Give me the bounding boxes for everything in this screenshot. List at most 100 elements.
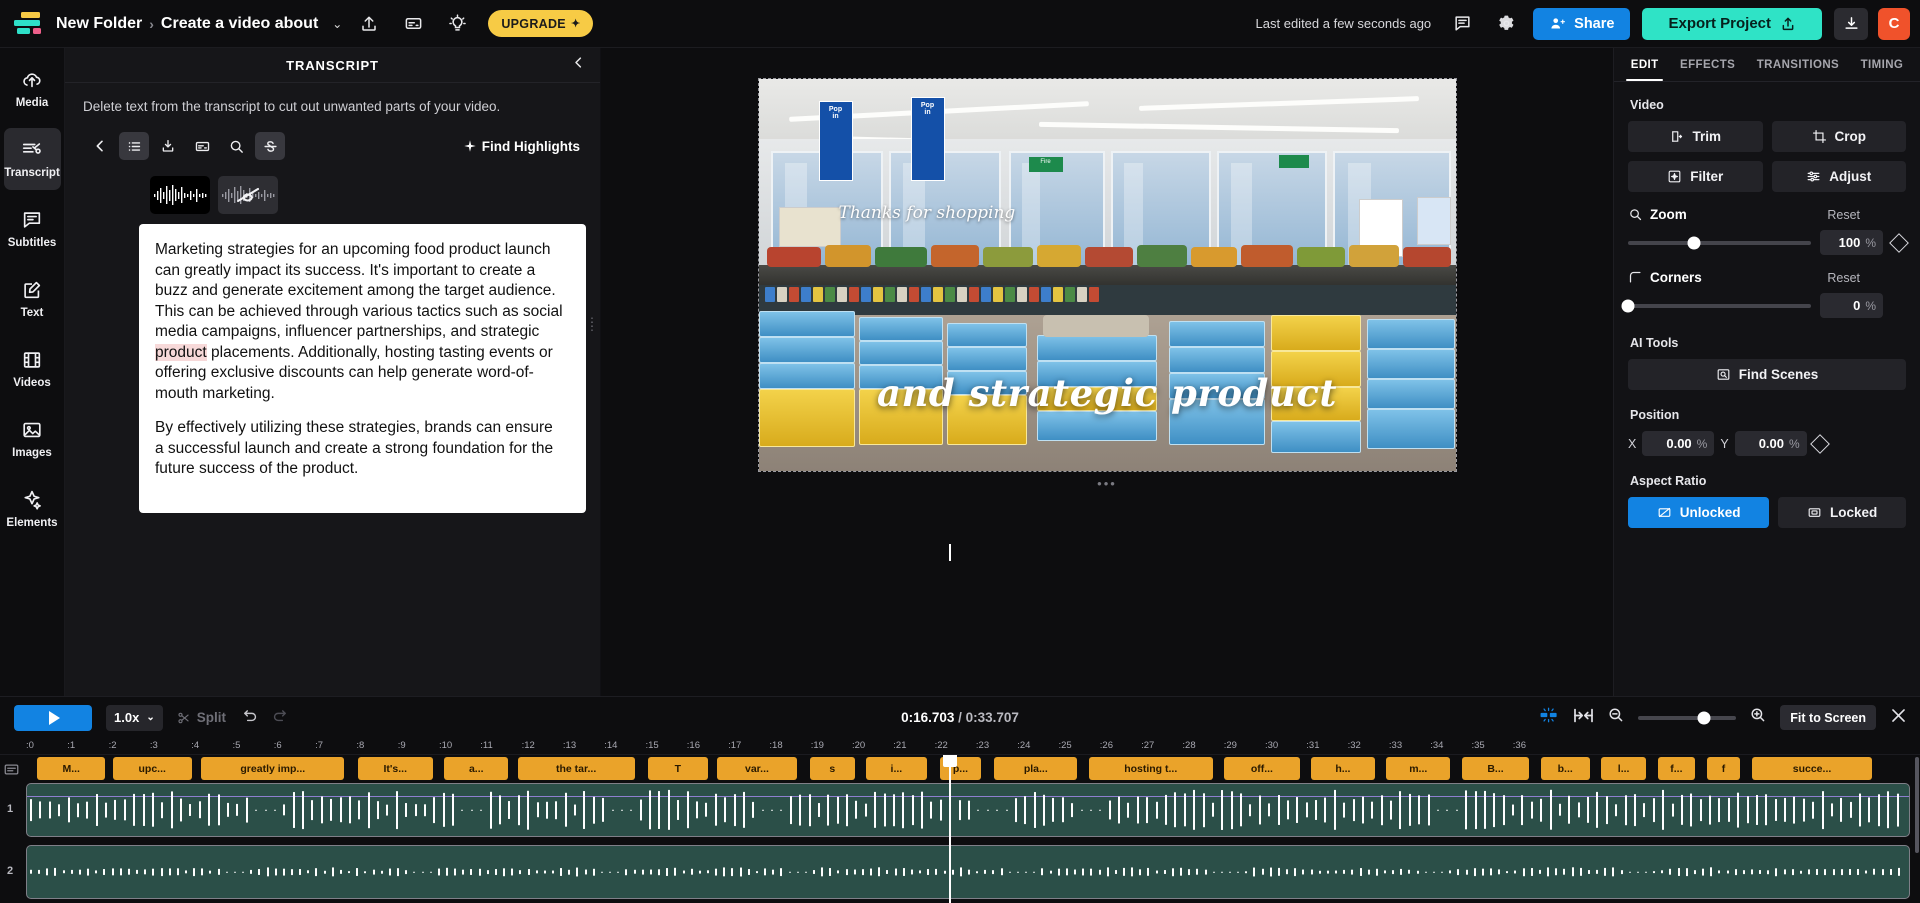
sidebar-item-text[interactable]: Text: [4, 268, 61, 330]
position-x-input[interactable]: 0.00 %: [1642, 431, 1715, 456]
word-chip[interactable]: b...: [1540, 757, 1590, 780]
word-chip[interactable]: upc...: [112, 757, 192, 780]
zoom-out-icon[interactable]: [1607, 706, 1625, 729]
tab-timing[interactable]: TIMING: [1850, 48, 1914, 81]
share-button[interactable]: Share: [1533, 7, 1631, 40]
position-keyframe-icon[interactable]: [1809, 433, 1830, 454]
zoom-slider[interactable]: [1628, 236, 1811, 249]
upgrade-button[interactable]: UPGRADE ✦: [488, 10, 594, 37]
corners-reset-button[interactable]: Reset: [1827, 271, 1860, 285]
corners-slider[interactable]: [1621, 299, 1811, 312]
adjust-button[interactable]: Adjust: [1771, 161, 1906, 192]
zoom-keyframe-icon[interactable]: [1889, 232, 1909, 253]
word-chip[interactable]: the tar...: [517, 757, 635, 780]
speaker-waveform-active[interactable]: [150, 176, 210, 214]
sidebar-item-videos[interactable]: Videos: [4, 338, 61, 400]
word-chips-track[interactable]: M... upc... greatly imp... It's... a... the t…: [26, 757, 1910, 780]
word-chip[interactable]: It's...: [357, 757, 433, 780]
word-chip[interactable]: B...: [1461, 757, 1530, 780]
close-timeline-icon[interactable]: [1889, 706, 1908, 730]
filter-button[interactable]: Filter: [1628, 161, 1763, 192]
zoom-value-input[interactable]: 100 %: [1820, 230, 1883, 255]
word-chip[interactable]: i...: [866, 757, 927, 780]
download-button[interactable]: [1834, 7, 1868, 40]
transcript-captions-icon[interactable]: [187, 132, 217, 160]
transcript-highlighted-word[interactable]: product: [155, 343, 207, 361]
speaker-waveform-muted[interactable]: [218, 176, 278, 214]
sidebar-item-subtitles[interactable]: Subtitles: [4, 198, 61, 260]
word-chip[interactable]: m...: [1386, 757, 1451, 780]
timeline-clip-audio-2[interactable]: [26, 845, 1910, 899]
app-logo[interactable]: [14, 11, 44, 37]
position-y-input[interactable]: 0.00 %: [1734, 431, 1807, 456]
redo-button[interactable]: [271, 707, 288, 729]
aspect-locked-button[interactable]: Locked: [1778, 497, 1906, 528]
transcript-strikethrough-icon[interactable]: [255, 132, 285, 160]
captions-toggle-icon[interactable]: [396, 7, 430, 41]
fit-to-screen-button[interactable]: Fit to Screen: [1780, 705, 1876, 730]
sidebar-item-media[interactable]: Media: [4, 58, 61, 120]
word-chip[interactable]: M...: [37, 757, 106, 780]
breadcrumb-folder[interactable]: New Folder: [56, 15, 142, 33]
fit-selection-icon[interactable]: [1573, 707, 1594, 729]
word-chip[interactable]: off...: [1224, 757, 1300, 780]
tips-lightbulb-icon[interactable]: [440, 7, 474, 41]
undo-button[interactable]: [242, 707, 259, 729]
tab-transitions[interactable]: TRANSITIONS: [1746, 48, 1850, 81]
crop-button[interactable]: Crop: [1771, 121, 1906, 152]
panel-resize-handle[interactable]: ⋮ ⋮: [586, 316, 598, 332]
settings-gear-icon[interactable]: [1489, 7, 1523, 41]
playback-speed-selector[interactable]: 1.0x ⌄: [106, 704, 163, 731]
word-chip[interactable]: succe...: [1751, 757, 1873, 780]
zoom-in-icon[interactable]: [1749, 706, 1767, 729]
tab-effects[interactable]: EFFECTS: [1669, 48, 1746, 81]
word-chip[interactable]: pla...: [994, 757, 1078, 780]
tab-edit[interactable]: EDIT: [1620, 48, 1669, 81]
timeline-zoom-slider[interactable]: [1638, 711, 1737, 724]
aspect-unlocked-button[interactable]: Unlocked: [1628, 497, 1770, 528]
transcript-search-icon[interactable]: [221, 132, 251, 160]
word-chip[interactable]: a...: [444, 757, 509, 780]
find-highlights-button[interactable]: Find Highlights: [463, 139, 586, 154]
project-menu-caret-icon[interactable]: ⌄: [332, 17, 342, 31]
corners-slider-knob[interactable]: [1621, 299, 1635, 312]
timeline-ruler[interactable]: :0:1:2:3:4:5:6:7:8:9:10:11:12:13:14:15:1…: [0, 738, 1920, 755]
word-chip[interactable]: T: [647, 757, 708, 780]
sidebar-item-images[interactable]: Images: [4, 408, 61, 470]
corners-value-input[interactable]: 0 %: [1820, 293, 1883, 318]
transcript-download-icon[interactable]: [153, 132, 183, 160]
user-avatar[interactable]: C: [1878, 7, 1910, 40]
split-button[interactable]: Split: [177, 710, 226, 725]
sidebar-item-transcript[interactable]: Transcript: [3, 128, 61, 190]
play-button[interactable]: [14, 704, 92, 731]
zoom-slider-knob[interactable]: [1687, 236, 1701, 249]
sidebar-item-elements[interactable]: Elements: [4, 478, 61, 540]
word-chip[interactable]: var...: [717, 757, 797, 780]
transcript-back-icon[interactable]: [85, 132, 115, 160]
transcript-text-area[interactable]: Marketing strategies for an upcoming foo…: [139, 224, 586, 513]
word-chip[interactable]: l...: [1601, 757, 1647, 780]
word-chip[interactable]: h...: [1310, 757, 1375, 780]
preview-stage[interactable]: Fire Pop in Pop in Thanks for shopping a…: [757, 78, 1457, 491]
preview-resize-handle[interactable]: •••: [1097, 476, 1117, 491]
export-project-button[interactable]: Export Project: [1642, 7, 1822, 40]
trim-button[interactable]: Trim: [1628, 121, 1763, 152]
word-chip[interactable]: s: [809, 757, 855, 780]
timeline-vertical-scrollbar[interactable]: [1915, 757, 1919, 853]
word-chip[interactable]: p...: [939, 757, 982, 780]
word-chip[interactable]: hosting t...: [1088, 757, 1213, 780]
comments-icon[interactable]: [1445, 7, 1479, 41]
word-chip[interactable]: greatly imp...: [201, 757, 345, 780]
timeline-clip-audio-1[interactable]: [26, 783, 1910, 837]
timeline-zoom-knob[interactable]: [1697, 711, 1711, 724]
share-upload-icon[interactable]: [352, 7, 386, 41]
transcript-list-view-icon[interactable]: [119, 132, 149, 160]
word-chip[interactable]: f...: [1657, 757, 1696, 780]
collapse-panel-icon[interactable]: [571, 55, 586, 75]
word-chip[interactable]: f: [1706, 757, 1741, 780]
find-scenes-button[interactable]: Find Scenes: [1628, 359, 1906, 390]
waveform-bar: [307, 870, 310, 874]
snap-magnet-icon[interactable]: [1538, 706, 1560, 729]
zoom-reset-button[interactable]: Reset: [1827, 208, 1860, 222]
project-title[interactable]: Create a video about: [161, 15, 318, 33]
